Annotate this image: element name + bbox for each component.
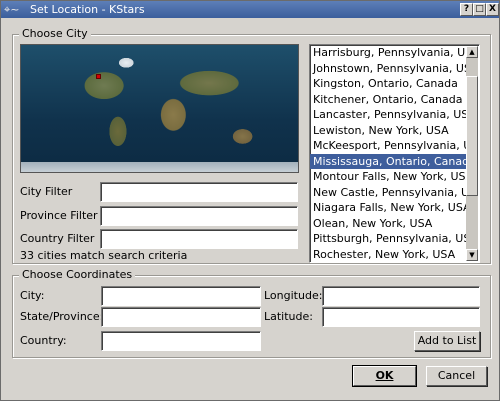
coord-state-label: State/Province:	[20, 310, 104, 323]
city-list-scrollbar[interactable]: ▲ ▼	[466, 46, 478, 261]
city-list-item[interactable]: Lewiston, New York, USA	[310, 123, 467, 139]
set-location-dialog: ⌖~ Set Location - KStars ? □ X Choose Ci…	[0, 0, 500, 401]
coord-city-input[interactable]	[101, 286, 261, 306]
city-list-item[interactable]: Kingston, Ontario, Canada	[310, 76, 467, 92]
latitude-input[interactable]	[322, 307, 480, 327]
city-list-item[interactable]: Kitchener, Ontario, Canada	[310, 92, 467, 108]
province-filter-input[interactable]	[100, 206, 298, 226]
maximize-icon[interactable]: □	[473, 3, 486, 16]
selected-city-marker	[96, 74, 101, 79]
title-bar[interactable]: ⌖~ Set Location - KStars ? □ X	[1, 1, 499, 18]
add-to-list-button[interactable]: Add to List	[414, 331, 480, 351]
coord-state-input[interactable]	[101, 307, 261, 327]
ok-button[interactable]: OK	[352, 365, 417, 387]
help-icon[interactable]: ?	[460, 3, 473, 16]
coord-city-label: City:	[20, 289, 45, 302]
city-list-item[interactable]: Olean, New York, USA	[310, 216, 467, 232]
city-list-item[interactable]: Rochester, New York, USA	[310, 247, 467, 263]
longitude-input[interactable]	[322, 286, 480, 306]
province-filter-label: Province Filter	[20, 209, 98, 222]
city-list-item[interactable]: Montour Falls, New York, USA	[310, 169, 467, 185]
country-filter-input[interactable]	[100, 229, 298, 249]
scroll-up-icon[interactable]: ▲	[466, 46, 478, 58]
close-icon[interactable]: X	[486, 3, 499, 16]
choose-coordinates-title: Choose Coordinates	[19, 268, 136, 282]
city-list-item[interactable]: Harrisburg, Pennsylvania, USA	[310, 45, 467, 61]
map-antarctica	[21, 162, 298, 172]
coord-country-label: Country:	[20, 334, 67, 347]
city-list-item[interactable]: Johnstown, Pennsylvania, USA	[310, 61, 467, 77]
city-list-item[interactable]: Mississauga, Ontario, Canada	[310, 153, 467, 169]
scroll-down-icon[interactable]: ▼	[466, 249, 478, 261]
scrollbar-thumb[interactable]	[466, 76, 478, 196]
world-map[interactable]	[20, 44, 299, 173]
city-list-item[interactable]: McKeesport, Pennsylvania, USA	[310, 138, 467, 154]
city-list-item[interactable]: Niagara Falls, New York, USA	[310, 200, 467, 216]
city-filter-label: City Filter	[20, 185, 73, 198]
choose-city-title: Choose City	[19, 27, 91, 41]
longitude-label: Longitude:	[264, 289, 323, 302]
coord-country-input[interactable]	[101, 331, 261, 351]
city-list[interactable]: Harrisburg, Pennsylvania, USA Johnstown, …	[309, 44, 480, 263]
latitude-label: Latitude:	[264, 310, 313, 323]
app-icon[interactable]: ⌖~	[4, 2, 28, 17]
city-list-item[interactable]: New Castle, Pennsylvania, USA	[310, 185, 467, 201]
window-title: Set Location - KStars	[30, 3, 145, 16]
city-list-item[interactable]: Pittsburgh, Pennsylvania, USA	[310, 231, 467, 247]
match-status: 33 cities match search criteria	[20, 249, 188, 262]
country-filter-label: Country Filter	[20, 232, 95, 245]
city-list-item[interactable]: Lancaster, Pennsylvania, USA	[310, 107, 467, 123]
ok-button-label: OK	[375, 369, 394, 382]
city-items: Harrisburg, Pennsylvania, USA Johnstown, …	[310, 45, 479, 262]
cancel-button[interactable]: Cancel	[426, 366, 487, 386]
city-filter-input[interactable]	[100, 182, 298, 202]
